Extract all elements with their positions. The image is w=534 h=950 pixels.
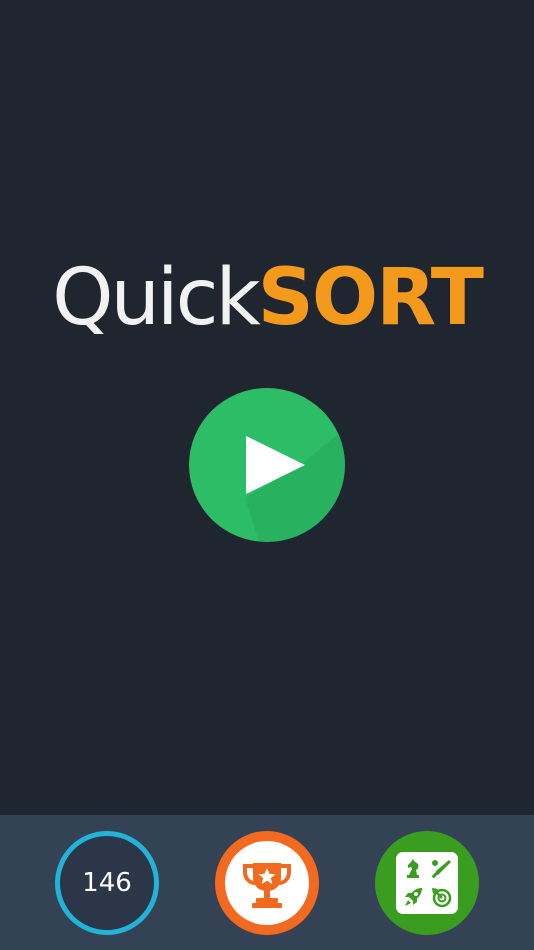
baseball-bat-icon <box>431 860 451 879</box>
main-menu-screen: QuickSORT 146 <box>0 0 534 950</box>
play-icon <box>246 436 305 494</box>
logo-sort-text: SORT <box>257 253 484 343</box>
powerups-card <box>396 852 458 914</box>
logo-quick-text: Quick <box>52 253 261 343</box>
leaderboard-button-inner <box>225 841 309 925</box>
timer-icon <box>432 888 452 908</box>
trophy-icon <box>243 863 291 908</box>
play-button[interactable] <box>189 388 345 542</box>
rocket-icon <box>405 888 422 906</box>
chess-knight-icon <box>407 859 419 878</box>
game-logo: QuickSORT <box>0 250 534 346</box>
leaderboard-button[interactable] <box>215 831 319 935</box>
best-score-value: 146 <box>82 868 132 898</box>
bottom-bar: 146 <box>0 815 534 950</box>
best-score-button[interactable]: 146 <box>55 831 159 935</box>
powerups-button[interactable] <box>375 831 479 935</box>
